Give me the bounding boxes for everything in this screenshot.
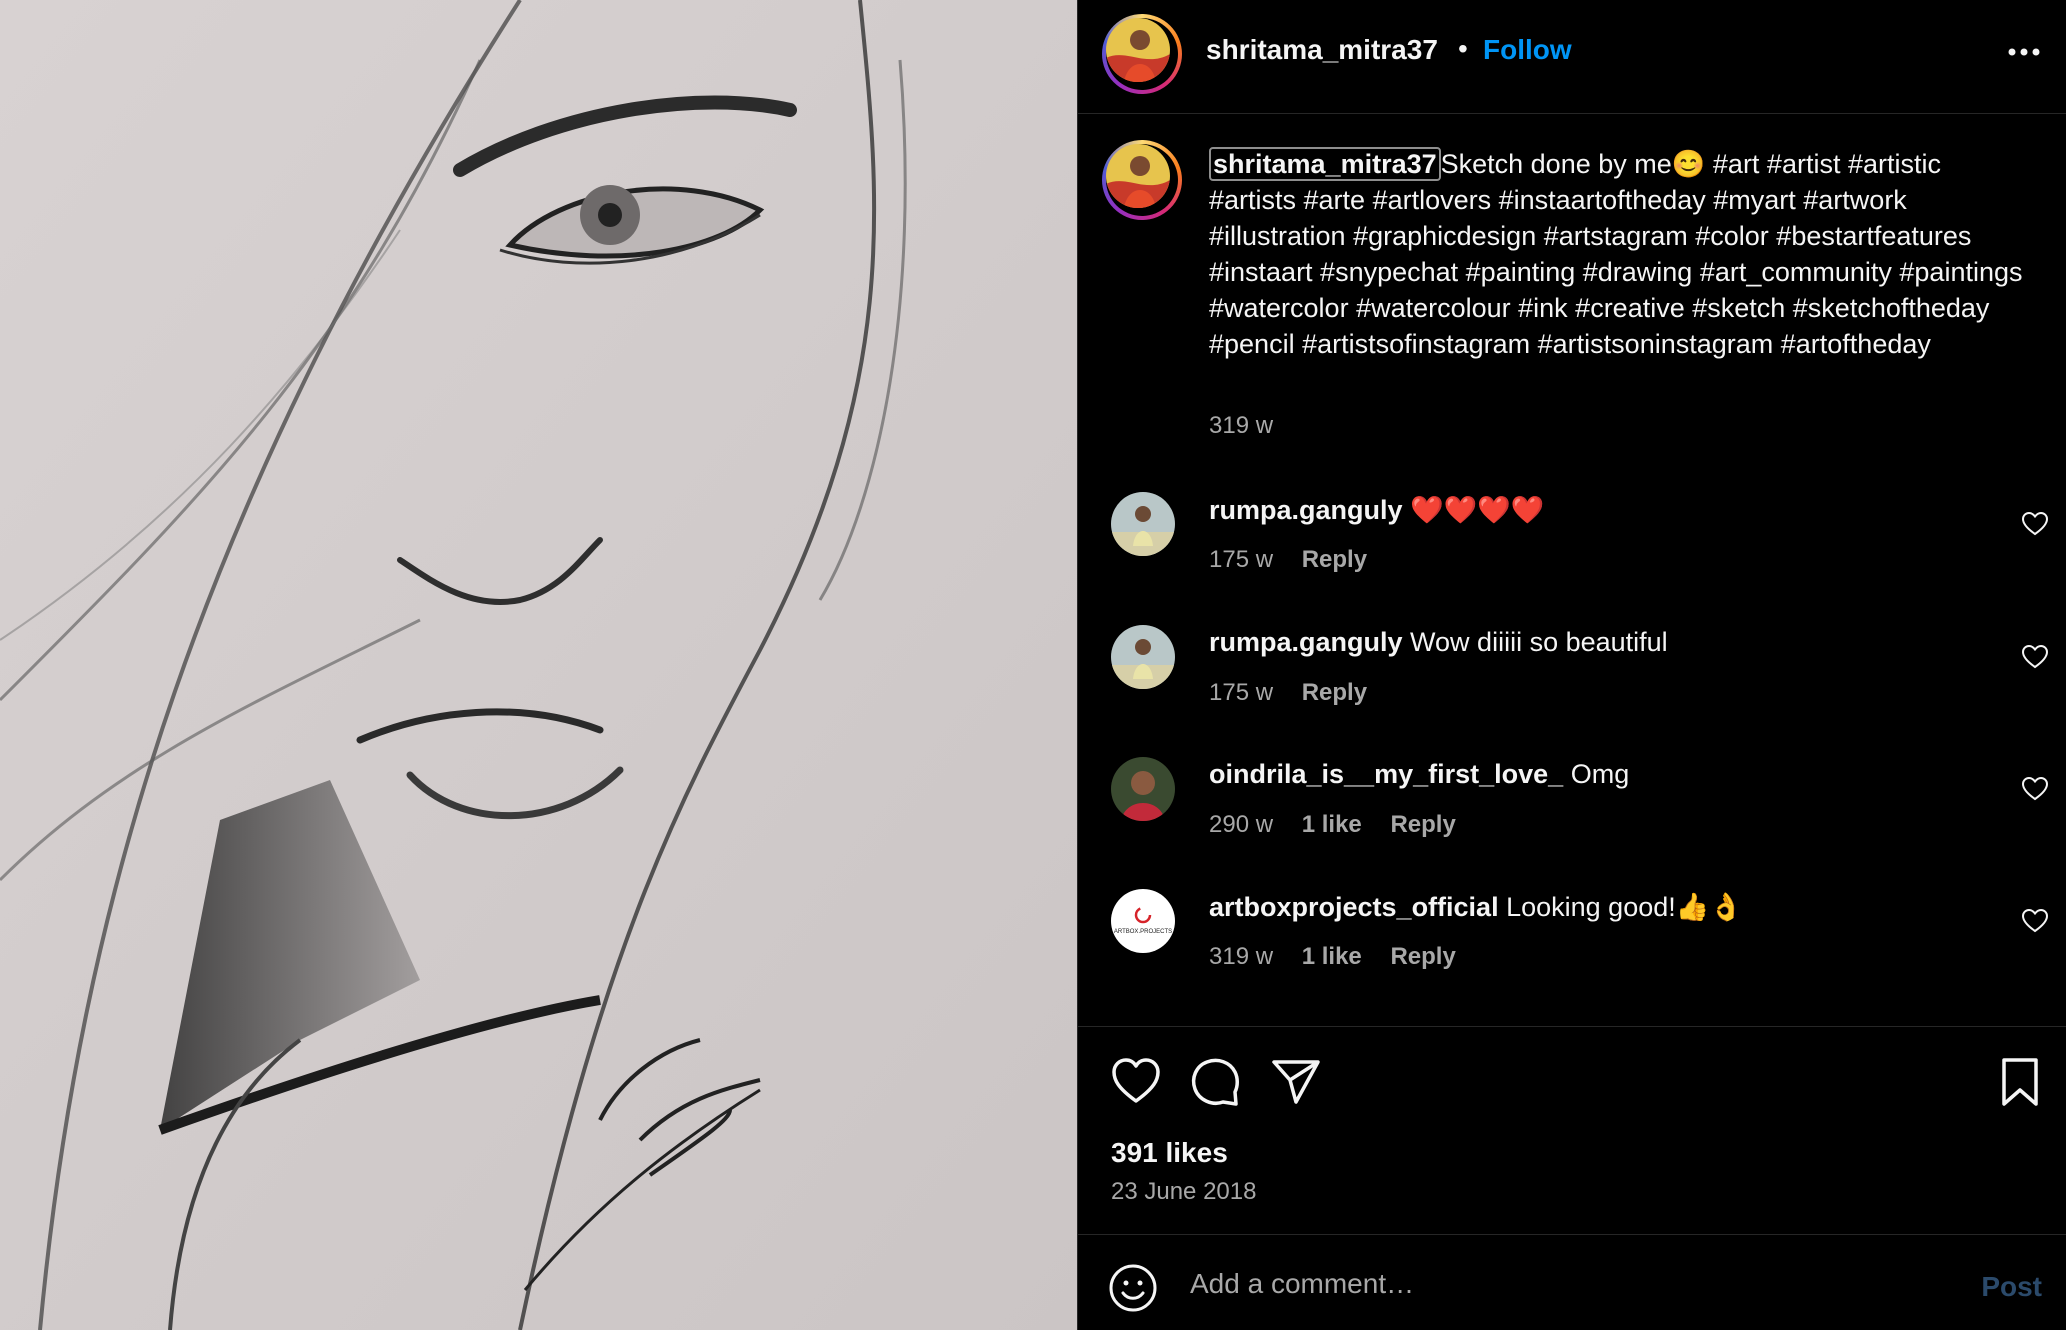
comment-item: oindrila_is__my_first_love_ Omg 290 w 1 …	[1078, 757, 2066, 877]
comment-text: Omg	[1570, 759, 1630, 789]
like-count[interactable]: 391 likes	[1111, 1137, 1228, 1169]
commenter-avatar-image	[1111, 625, 1175, 689]
follow-button[interactable]: Follow	[1483, 34, 1572, 66]
comment-text-line: artboxprojects_official Looking good!👍👌	[1209, 891, 1743, 923]
comment-timestamp: 175 w	[1209, 679, 1274, 706]
comment-text-line: rumpa.ganguly ❤️❤️❤️❤️	[1209, 494, 1545, 526]
comment-meta: 319 w 1 like Reply	[1209, 943, 1478, 971]
comment-like-count[interactable]: 1 like	[1302, 811, 1362, 838]
commenter-avatar[interactable]	[1111, 492, 1175, 556]
post-image[interactable]	[0, 0, 1077, 1330]
comment-username[interactable]: rumpa.ganguly	[1209, 495, 1403, 525]
sketch-drawing	[0, 0, 1077, 1330]
comment-meta: 290 w 1 like Reply	[1209, 811, 1478, 839]
comment-timestamp: 175 w	[1209, 546, 1274, 573]
reply-button[interactable]: Reply	[1302, 546, 1367, 573]
post-details-panel: shritama_mitra37 • Follow shritama_mitra…	[1077, 0, 2066, 1330]
commenter-avatar[interactable]	[1111, 625, 1175, 689]
post-action-bar	[1078, 1056, 2066, 1112]
reply-button[interactable]: Reply	[1390, 811, 1455, 838]
smile-emoji: 😊	[1671, 149, 1706, 179]
comment-composer: Post	[1078, 1234, 2066, 1330]
post-comment-button[interactable]: Post	[1981, 1271, 2042, 1303]
comment-timestamp: 290 w	[1209, 811, 1274, 838]
comment-username[interactable]: artboxprojects_official	[1209, 892, 1499, 922]
comment-like-count[interactable]: 1 like	[1302, 943, 1362, 970]
comment-meta: 175 w Reply	[1209, 546, 1389, 574]
comment-item: rumpa.ganguly Wow diiiii so beautiful 17…	[1078, 625, 2066, 745]
commenter-avatar[interactable]: ARTBOX.PROJECTS	[1111, 889, 1175, 953]
caption-avatar[interactable]	[1102, 140, 1182, 220]
comment-text-line: rumpa.ganguly Wow diiiii so beautiful	[1209, 627, 1668, 658]
comment-text: Wow diiiii so beautiful	[1410, 627, 1668, 657]
comment-text-line: oindrila_is__my_first_love_ Omg	[1209, 759, 1629, 790]
like-comment-heart-icon[interactable]	[2022, 909, 2048, 933]
post-header: shritama_mitra37 • Follow	[1078, 0, 2066, 114]
artbox-logo-text: ARTBOX.PROJECTS	[1114, 929, 1172, 935]
comment-timestamp: 319 w	[1209, 943, 1274, 970]
comment-bubble-icon[interactable]	[1190, 1056, 1242, 1108]
comment-item: rumpa.ganguly ❤️❤️❤️❤️ 175 w Reply	[1078, 492, 2066, 612]
comment-text: ❤️❤️❤️❤️	[1410, 495, 1545, 525]
more-options-icon[interactable]	[2004, 40, 2044, 64]
comment-username[interactable]: rumpa.ganguly	[1209, 627, 1403, 657]
caption-hashtags[interactable]: #artists #arte #artlovers #instaartofthe…	[1209, 185, 2023, 359]
caption-username[interactable]: shritama_mitra37	[1209, 147, 1441, 181]
emoji-picker-icon[interactable]	[1108, 1263, 1158, 1313]
like-comment-heart-icon[interactable]	[2022, 777, 2048, 801]
author-username[interactable]: shritama_mitra37	[1206, 34, 1438, 66]
reply-button[interactable]: Reply	[1390, 943, 1455, 970]
caption-text: shritama_mitra37 Sketch done by me😊 #art …	[1209, 146, 2029, 362]
commenter-avatar-image	[1111, 492, 1175, 556]
save-bookmark-icon[interactable]	[1994, 1056, 2046, 1108]
reply-button[interactable]: Reply	[1302, 679, 1367, 706]
caption-body: Sketch done by me	[1440, 149, 1672, 179]
comment-meta: 175 w Reply	[1209, 679, 1389, 707]
caption-timestamp: 319 w	[1209, 412, 1274, 439]
separator-dot: •	[1458, 33, 1468, 64]
caption-avatar-image	[1106, 144, 1170, 208]
comment-item: ARTBOX.PROJECTS artboxprojects_official …	[1078, 889, 2066, 1009]
post-date: 23 June 2018	[1111, 1178, 1257, 1205]
caption-hashtags-line1[interactable]: #art #artist #artistic	[1713, 149, 1941, 179]
author-avatar-image	[1106, 18, 1170, 82]
comment-input[interactable]	[1188, 1257, 1892, 1311]
artbox-logo-avatar: ARTBOX.PROJECTS	[1111, 889, 1175, 953]
author-avatar[interactable]	[1102, 14, 1182, 94]
comment-text: Looking good!👍👌	[1506, 892, 1743, 922]
comment-username[interactable]: oindrila_is__my_first_love_	[1209, 759, 1563, 789]
like-comment-heart-icon[interactable]	[2022, 512, 2048, 536]
commenter-avatar[interactable]	[1111, 757, 1175, 821]
commenter-avatar-image	[1111, 757, 1175, 821]
actions-divider	[1078, 1026, 2066, 1027]
like-comment-heart-icon[interactable]	[2022, 645, 2048, 669]
like-heart-icon[interactable]	[1110, 1056, 1162, 1108]
share-paper-plane-icon[interactable]	[1270, 1056, 1322, 1108]
